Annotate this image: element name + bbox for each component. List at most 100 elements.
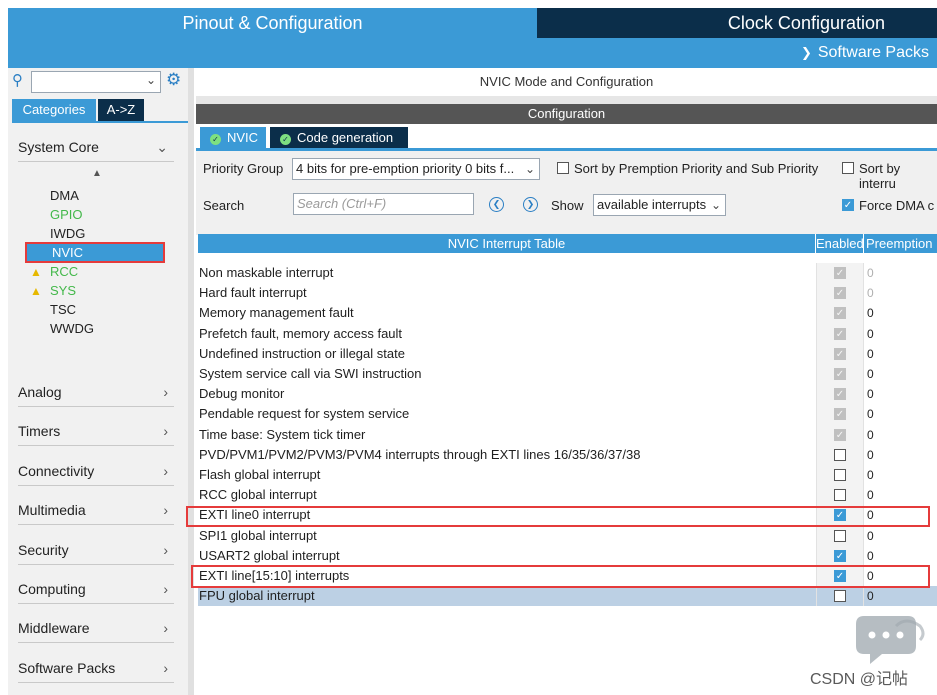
preemption-value[interactable]: 0 bbox=[867, 364, 874, 384]
chat-bubble-icon bbox=[856, 616, 925, 664]
interrupt-search-input[interactable]: Search (Ctrl+F) bbox=[293, 193, 474, 215]
interrupt-name: Undefined instruction or illegal state bbox=[199, 345, 405, 361]
category-analog[interactable]: Analog › bbox=[18, 377, 174, 407]
enabled-checkbox[interactable]: ✓ bbox=[834, 428, 846, 441]
column-header-name[interactable]: NVIC Interrupt Table bbox=[198, 234, 816, 253]
next-icon[interactable]: ❯ bbox=[523, 197, 538, 212]
preemption-value[interactable]: 0 bbox=[867, 344, 874, 364]
software-packs-menu[interactable]: ❯ Software Packs bbox=[8, 38, 937, 68]
preemption-value[interactable]: 0 bbox=[867, 404, 874, 424]
table-row[interactable]: Memory management fault ✓ 0 bbox=[198, 303, 937, 324]
mode-title: NVIC Mode and Configuration bbox=[479, 74, 654, 89]
category-system-core[interactable]: System Core ⌄ bbox=[18, 132, 174, 162]
category-label: Computing bbox=[18, 581, 86, 597]
enabled-checkbox[interactable]: ✓ bbox=[834, 347, 846, 360]
sort-icon[interactable]: ▲ bbox=[92, 168, 102, 179]
system-item-wwdg[interactable]: WWDG bbox=[50, 319, 94, 338]
sidebar-search-input[interactable]: ⌄ bbox=[31, 71, 161, 93]
enabled-checkbox[interactable] bbox=[834, 529, 846, 542]
tab-nvic[interactable]: ✓ NVIC bbox=[200, 127, 266, 148]
enabled-checkbox[interactable] bbox=[834, 448, 846, 461]
enabled-checkbox[interactable]: ✓ bbox=[834, 408, 846, 421]
system-item-gpio[interactable]: GPIO bbox=[50, 205, 83, 224]
tab-underline bbox=[12, 121, 188, 123]
interrupt-name: Non maskable interrupt bbox=[199, 265, 334, 280]
enabled-cell: ✓ bbox=[816, 384, 864, 405]
priority-group-select[interactable]: 4 bits for pre-emption priority 0 bits f… bbox=[292, 158, 540, 180]
category-middleware[interactable]: Middleware › bbox=[18, 613, 174, 643]
category-timers[interactable]: Timers › bbox=[18, 416, 174, 446]
table-row[interactable]: Hard fault interrupt ✓ 0 bbox=[198, 283, 937, 304]
sort-interrupts-label: Sort by interru bbox=[859, 161, 901, 191]
tab-code-generation[interactable]: ✓ Code generation bbox=[270, 127, 408, 148]
system-item-sys[interactable]: SYS bbox=[50, 281, 76, 300]
sort-premption-checkbox[interactable] bbox=[557, 162, 569, 174]
table-row[interactable]: RCC global interrupt 0 bbox=[198, 485, 937, 506]
category-software-packs[interactable]: Software Packs › bbox=[18, 653, 174, 683]
enabled-checkbox[interactable]: ✓ bbox=[834, 307, 846, 320]
category-security[interactable]: Security › bbox=[18, 535, 174, 565]
preemption-value[interactable]: 0 bbox=[867, 324, 874, 344]
tab-a-to-z[interactable]: A->Z bbox=[98, 99, 144, 121]
enabled-checkbox[interactable]: ✓ bbox=[834, 388, 846, 401]
enabled-checkbox[interactable]: ✓ bbox=[834, 267, 846, 279]
category-label: Timers bbox=[18, 423, 61, 439]
preemption-value[interactable]: 0 bbox=[867, 546, 874, 566]
preemption-value[interactable]: 0 bbox=[867, 303, 874, 323]
enabled-checkbox[interactable] bbox=[834, 469, 846, 481]
tab-clock-configuration[interactable]: Clock Configuration bbox=[537, 8, 937, 38]
preemption-value[interactable]: 0 bbox=[867, 465, 874, 485]
preemption-value[interactable]: 0 bbox=[867, 263, 874, 283]
category-connectivity[interactable]: Connectivity › bbox=[18, 456, 174, 486]
chevron-right-icon: › bbox=[163, 463, 168, 479]
system-item-iwdg[interactable]: IWDG bbox=[50, 224, 85, 243]
gear-icon[interactable]: ⚙ bbox=[166, 70, 181, 90]
system-item-rcc[interactable]: RCC bbox=[50, 262, 78, 281]
enabled-cell: ✓ bbox=[816, 364, 864, 385]
chevron-down-icon[interactable]: ⌄ bbox=[146, 73, 156, 87]
table-row[interactable]: Pendable request for system service ✓ 0 bbox=[198, 404, 937, 425]
table-row-selected[interactable]: FPU global interrupt 0 bbox=[198, 586, 937, 607]
table-row[interactable]: USART2 global interrupt ✓ 0 bbox=[198, 545, 937, 566]
table-row[interactable]: Flash global interrupt 0 bbox=[198, 465, 937, 486]
tab-categories[interactable]: Categories bbox=[12, 99, 96, 121]
enabled-checkbox[interactable] bbox=[834, 590, 846, 603]
table-row[interactable]: Undefined instruction or illegal state ✓ 0 bbox=[198, 343, 937, 364]
chevron-right-icon: › bbox=[163, 542, 168, 558]
category-label: Multimedia bbox=[18, 502, 86, 518]
table-row[interactable]: Prefetch fault, memory access fault ✓ 0 bbox=[198, 323, 937, 344]
preemption-value[interactable]: 0 bbox=[867, 445, 874, 465]
column-header-preemption[interactable]: Preemption bbox=[864, 234, 937, 253]
table-row[interactable]: SPI1 global interrupt 0 bbox=[198, 525, 937, 546]
show-select[interactable]: available interrupts ⌄ bbox=[593, 194, 726, 216]
enabled-checkbox[interactable]: ✓ bbox=[834, 549, 846, 562]
column-header-enabled[interactable]: Enabled bbox=[816, 234, 864, 253]
preemption-value[interactable]: 0 bbox=[867, 526, 874, 546]
priority-group-value: 4 bits for pre-emption priority 0 bits f… bbox=[296, 161, 515, 176]
sort-interrupts-checkbox[interactable] bbox=[842, 162, 854, 174]
preemption-value[interactable]: 0 bbox=[867, 425, 874, 445]
enabled-checkbox[interactable] bbox=[834, 489, 846, 502]
system-item-nvic[interactable]: NVIC bbox=[25, 242, 165, 263]
table-row[interactable]: PVD/PVM1/PVM2/PVM3/PVM4 interrupts throu… bbox=[198, 444, 937, 465]
table-row[interactable]: Debug monitor ✓ 0 bbox=[198, 384, 937, 405]
enabled-checkbox[interactable]: ✓ bbox=[834, 327, 846, 340]
force-dma-checkbox[interactable]: ✓ bbox=[842, 199, 854, 211]
system-item-dma[interactable]: DMA bbox=[50, 186, 79, 205]
enabled-checkbox[interactable]: ✓ bbox=[834, 368, 846, 380]
table-row[interactable]: Non maskable interrupt ✓ 0 bbox=[198, 263, 937, 284]
enabled-cell: ✓ bbox=[816, 303, 864, 324]
enabled-checkbox[interactable]: ✓ bbox=[834, 287, 846, 300]
previous-icon[interactable]: ❮ bbox=[489, 197, 504, 212]
system-item-tsc[interactable]: TSC bbox=[50, 300, 76, 319]
preemption-value[interactable]: 0 bbox=[867, 384, 874, 404]
tab-pinout-configuration[interactable]: Pinout & Configuration bbox=[8, 8, 537, 38]
table-row[interactable]: System service call via SWI instruction ✓… bbox=[198, 364, 937, 385]
preemption-value[interactable]: 0 bbox=[867, 485, 874, 505]
preemption-value[interactable]: 0 bbox=[867, 283, 874, 303]
preemption-value[interactable]: 0 bbox=[867, 586, 874, 606]
category-computing[interactable]: Computing › bbox=[18, 574, 174, 604]
category-multimedia[interactable]: Multimedia › bbox=[18, 495, 174, 525]
enabled-cell: ✓ bbox=[816, 323, 864, 344]
table-row[interactable]: Time base: System tick timer ✓ 0 bbox=[198, 424, 937, 445]
